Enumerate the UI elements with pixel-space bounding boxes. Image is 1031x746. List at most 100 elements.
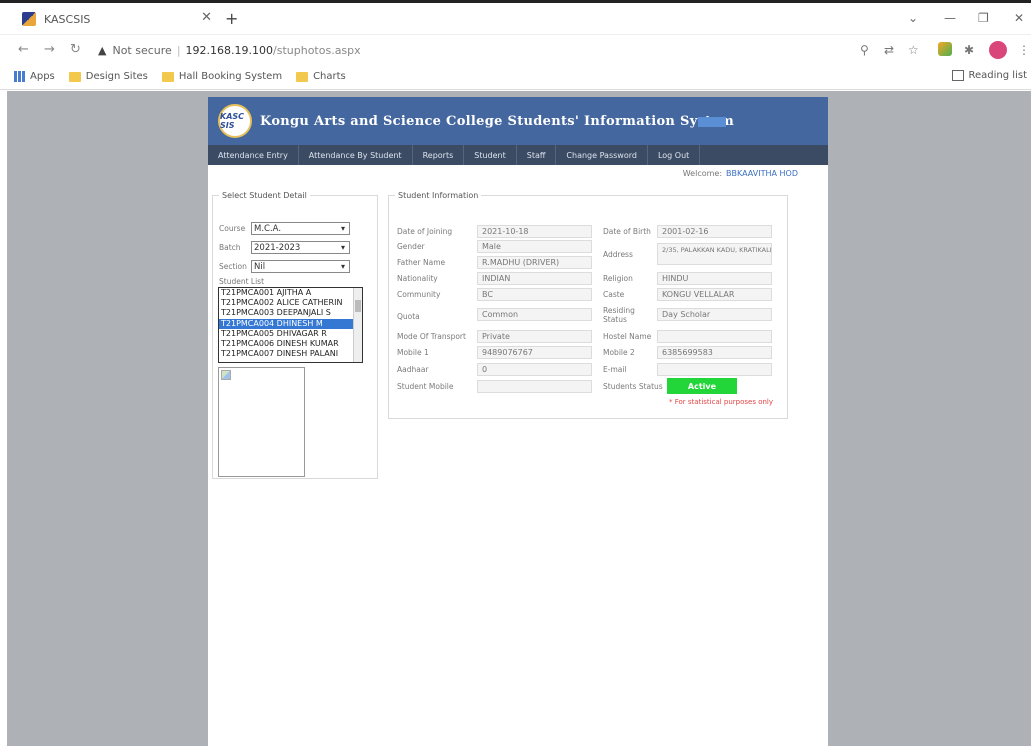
menu-staff[interactable]: Staff — [517, 145, 557, 165]
course-select[interactable]: M.C.A. ▾ — [251, 222, 350, 235]
residing-status-field: Day Scholar — [657, 308, 772, 321]
course-value: M.C.A. — [254, 223, 282, 234]
page-content: KASC SIS Kongu Arts and Science College … — [208, 97, 828, 746]
browser-tab[interactable]: KASCSIS ✕ — [22, 7, 212, 31]
url-host: 192.168.19.100 — [185, 43, 274, 57]
tab-strip: KASCSIS ✕ + ⌄ — ❐ ✕ — [0, 3, 1031, 35]
batch-select[interactable]: 2021-2023 ▾ — [251, 241, 350, 254]
url-text: 192.168.19.100/stuphotos.aspx — [186, 44, 361, 57]
new-tab-icon[interactable]: + — [225, 9, 238, 28]
student-listbox[interactable]: T21PMCA001 AJITHA A T21PMCA002 ALICE CAT… — [218, 287, 363, 363]
bookmark-design-sites[interactable]: Design Sites — [68, 71, 148, 82]
close-window-icon[interactable]: ✕ — [1014, 11, 1024, 25]
chevron-down-icon: ▾ — [340, 262, 345, 271]
section-label: Section — [219, 262, 247, 271]
bookmark-label: Hall Booking System — [178, 71, 283, 82]
bookmark-apps[interactable]: Apps — [14, 71, 55, 82]
zoom-icon[interactable]: ⚲ — [860, 43, 869, 57]
menu-student[interactable]: Student — [464, 145, 517, 165]
mobile-2-label: Mobile 2 — [603, 348, 635, 357]
bookmark-star-icon[interactable]: ☆ — [908, 43, 919, 57]
student-information-panel: Student Information Date of Joining 2021… — [388, 191, 788, 419]
aadhaar-label: Aadhaar — [397, 365, 429, 374]
student-info-legend: Student Information — [398, 191, 479, 200]
url-field[interactable]: ▲ Not secure | 192.168.19.100/stuphotos.… — [98, 40, 838, 60]
aadhaar-field: 0 — [477, 363, 592, 376]
welcome-user[interactable]: BBKAAVITHA HOD — [726, 169, 798, 178]
bookmark-hall-booking[interactable]: Hall Booking System — [161, 71, 283, 82]
father-name-field: R.MADHU (DRIVER) — [477, 256, 592, 269]
scrollbar-thumb[interactable] — [355, 300, 361, 312]
tab-title: KASCSIS — [44, 12, 91, 26]
warning-icon: ▲ — [98, 43, 107, 57]
statistical-note: * For statistical purposes only — [669, 398, 774, 406]
list-item[interactable]: T21PMCA001 AJITHA A — [219, 288, 362, 298]
batch-label: Batch — [219, 243, 241, 252]
community-label: Community — [397, 290, 441, 299]
date-of-joining-label: Date of Joining — [397, 227, 453, 236]
minimize-icon[interactable]: — — [944, 11, 956, 25]
nationality-label: Nationality — [397, 274, 438, 283]
list-item-selected[interactable]: T21PMCA004 DHINESH M — [219, 318, 362, 329]
menu-change-password[interactable]: Change Password — [556, 145, 648, 165]
student-mobile-field — [477, 380, 592, 393]
email-field — [657, 363, 772, 376]
main-menu: Attendance Entry Attendance By Student R… — [208, 145, 828, 165]
select-student-legend: Select Student Detail — [222, 191, 307, 200]
security-label: Not secure — [112, 43, 172, 57]
extensions-puzzle-icon[interactable]: ✱ — [964, 43, 974, 57]
url-path: /stuphotos.aspx — [273, 43, 361, 57]
translate-icon[interactable]: ⇄ — [884, 43, 894, 57]
quota-field: Common — [477, 308, 592, 321]
site-header: KASC SIS Kongu Arts and Science College … — [208, 97, 828, 145]
mode-of-transport-label: Mode Of Transport — [397, 332, 466, 341]
menu-log-out[interactable]: Log Out — [648, 145, 701, 165]
residing-status-label: Residing Status — [603, 306, 635, 324]
student-mobile-label: Student Mobile — [397, 382, 454, 391]
caste-label: Caste — [603, 290, 625, 299]
list-item[interactable]: T21PMCA007 DINESH PALANI — [219, 349, 362, 359]
bookmarks-bar: Apps Design Sites Hall Booking System Ch… — [0, 64, 1031, 90]
tab-close-icon[interactable]: ✕ — [201, 10, 212, 25]
hostel-name-field — [657, 330, 772, 343]
course-label: Course — [219, 224, 246, 233]
gender-label: Gender — [397, 242, 425, 251]
forward-icon[interactable]: → — [44, 42, 55, 57]
list-item[interactable]: T21PMCA003 DEEPANJALI S — [219, 308, 362, 318]
bookmark-label: Design Sites — [85, 71, 148, 82]
hostel-name-label: Hostel Name — [603, 332, 652, 341]
tab-search-icon[interactable]: ⌄ — [908, 11, 918, 25]
date-of-joining-field: 2021-10-18 — [477, 225, 592, 238]
page-viewport: KASC SIS Kongu Arts and Science College … — [7, 91, 1031, 746]
restore-icon[interactable]: ❐ — [978, 11, 989, 25]
chevron-down-icon: ▾ — [340, 224, 345, 233]
mode-of-transport-field: Private — [477, 330, 592, 343]
listbox-scrollbar[interactable] — [353, 288, 362, 362]
address-field: 2/35, PALAKKAN KADU, KRATIKALPALAYAM, — [657, 243, 772, 265]
extension-icon[interactable] — [938, 42, 952, 56]
menu-attendance-by-student[interactable]: Attendance By Student — [299, 145, 413, 165]
bookmark-label: Apps — [30, 71, 55, 82]
religion-field: HINDU — [657, 272, 772, 285]
date-of-birth-field: 2001-02-16 — [657, 225, 772, 238]
menu-reports[interactable]: Reports — [413, 145, 465, 165]
list-item[interactable]: T21PMCA006 DINESH KUMAR — [219, 339, 362, 349]
menu-attendance-entry[interactable]: Attendance Entry — [208, 145, 299, 165]
bookmark-charts[interactable]: Charts — [296, 71, 346, 82]
reload-icon[interactable]: ↻ — [70, 42, 81, 57]
browser-menu-icon[interactable]: ⋮ — [1018, 43, 1030, 57]
father-name-label: Father Name — [397, 258, 446, 267]
student-status-badge: Active — [667, 378, 737, 394]
list-item[interactable]: T21PMCA002 ALICE CATHERIN — [219, 298, 362, 308]
caste-field: KONGU VELLALAR — [657, 288, 772, 301]
section-value: Nil — [254, 261, 266, 272]
college-logo: KASC SIS — [218, 104, 252, 138]
section-select[interactable]: Nil ▾ — [251, 260, 350, 273]
list-item[interactable]: T21PMCA005 DHIVAGAR R — [219, 329, 362, 339]
reading-list-button[interactable]: Reading list — [951, 70, 1027, 81]
profile-avatar[interactable] — [989, 41, 1007, 59]
back-icon[interactable]: ← — [18, 42, 29, 57]
reading-list-icon — [951, 70, 964, 81]
mobile-1-field: 9489076767 — [477, 346, 592, 359]
students-status-label: Students Status — [603, 382, 663, 391]
